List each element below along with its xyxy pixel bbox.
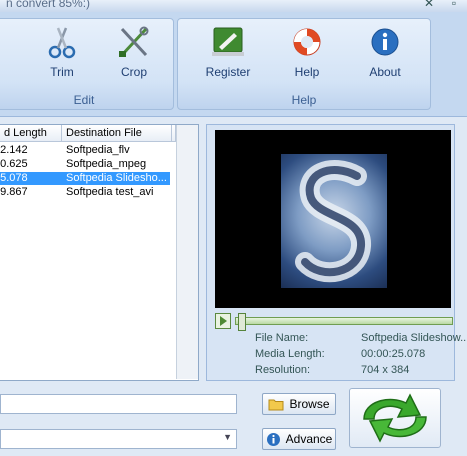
file-name-label: File Name: (255, 332, 309, 344)
vertical-scrollbar[interactable] (176, 125, 198, 379)
media-length-label: Media Length: (255, 348, 325, 360)
play-icon (220, 316, 227, 326)
preview-panel: File Name: Softpedia Slideshow... Media … (206, 124, 467, 381)
browse-label: Browse (289, 397, 330, 411)
resolution-label: Resolution: (255, 364, 311, 376)
file-name-value: Softpedia Slideshow... (361, 332, 467, 344)
profile-dropdown[interactable]: ▼ (0, 429, 237, 449)
table-row-selected[interactable]: 25.078 Softpedia Slidesho... (0, 172, 170, 185)
crop-button[interactable]: Crop (107, 25, 161, 79)
table-row[interactable]: 02.142 Softpedia_flv (0, 144, 170, 157)
info-small-icon (266, 432, 280, 446)
info-icon (367, 25, 403, 59)
length-cell: 25.078 (0, 172, 28, 184)
length-cell: 10.625 (0, 158, 28, 170)
convert-button[interactable] (349, 388, 441, 448)
edit-group-caption: Edit (73, 93, 95, 107)
table-row[interactable]: 10.625 Softpedia_mpeg (0, 158, 170, 171)
restore-icon[interactable]: ▫ (447, 0, 461, 10)
help-group-caption: Help (291, 93, 317, 107)
scissors-icon (44, 25, 80, 59)
resolution-value: 704 x 384 (361, 364, 410, 376)
file-list[interactable]: d Length Destination File 02.142 Softped… (0, 124, 199, 381)
column-header-destination[interactable]: Destination File (62, 125, 172, 142)
video-thumbnail (281, 154, 387, 288)
help-group: Register Help About Help (177, 18, 431, 110)
crop-tools-icon (116, 25, 152, 59)
convert-arrows-icon (363, 393, 427, 443)
advance-label: Advance (285, 432, 333, 446)
length-cell: 09.867 (0, 186, 28, 198)
ribbon: Trim Crop Edit Register Help About Help (0, 12, 467, 117)
close-icon[interactable]: ✕ (422, 0, 436, 10)
edit-group: Trim Crop Edit (0, 18, 174, 110)
window-title: n convert 85%:) (6, 0, 91, 10)
play-button[interactable] (215, 313, 231, 329)
lifebuoy-icon (289, 25, 325, 59)
help-button[interactable]: Help (280, 25, 334, 79)
s-logo-icon (295, 160, 371, 283)
table-row[interactable]: 09.867 Softpedia test_avi (0, 186, 170, 199)
folder-icon (268, 399, 284, 410)
seek-handle[interactable] (238, 313, 246, 331)
about-button[interactable]: About (358, 25, 412, 79)
advance-button[interactable]: Advance (262, 428, 336, 450)
crop-label: Crop (120, 65, 147, 79)
browse-button[interactable]: Browse (262, 393, 336, 415)
destination-cell: Softpedia test_avi (66, 186, 154, 198)
trim-button[interactable]: Trim (35, 25, 89, 79)
register-label: Register (205, 65, 251, 79)
help-label: Help (294, 65, 320, 79)
trim-label: Trim (50, 65, 74, 79)
seek-slider[interactable] (235, 313, 453, 331)
chevron-down-icon[interactable]: ▼ (223, 432, 232, 442)
output-path-input[interactable] (0, 394, 237, 414)
video-preview (215, 130, 451, 308)
about-label: About (369, 65, 401, 79)
media-length-value: 00:00:25.078 (361, 348, 426, 360)
register-button[interactable]: Register (198, 25, 258, 79)
destination-cell: Softpedia Slidesho... (66, 172, 167, 184)
destination-cell: Softpedia_flv (66, 144, 130, 156)
destination-cell: Softpedia_mpeg (66, 158, 147, 170)
length-cell: 02.142 (0, 144, 28, 156)
register-icon (210, 25, 246, 59)
title-bar: n convert 85%:) ✕ ▫ (0, 0, 467, 12)
column-header-length[interactable]: d Length (0, 125, 62, 142)
